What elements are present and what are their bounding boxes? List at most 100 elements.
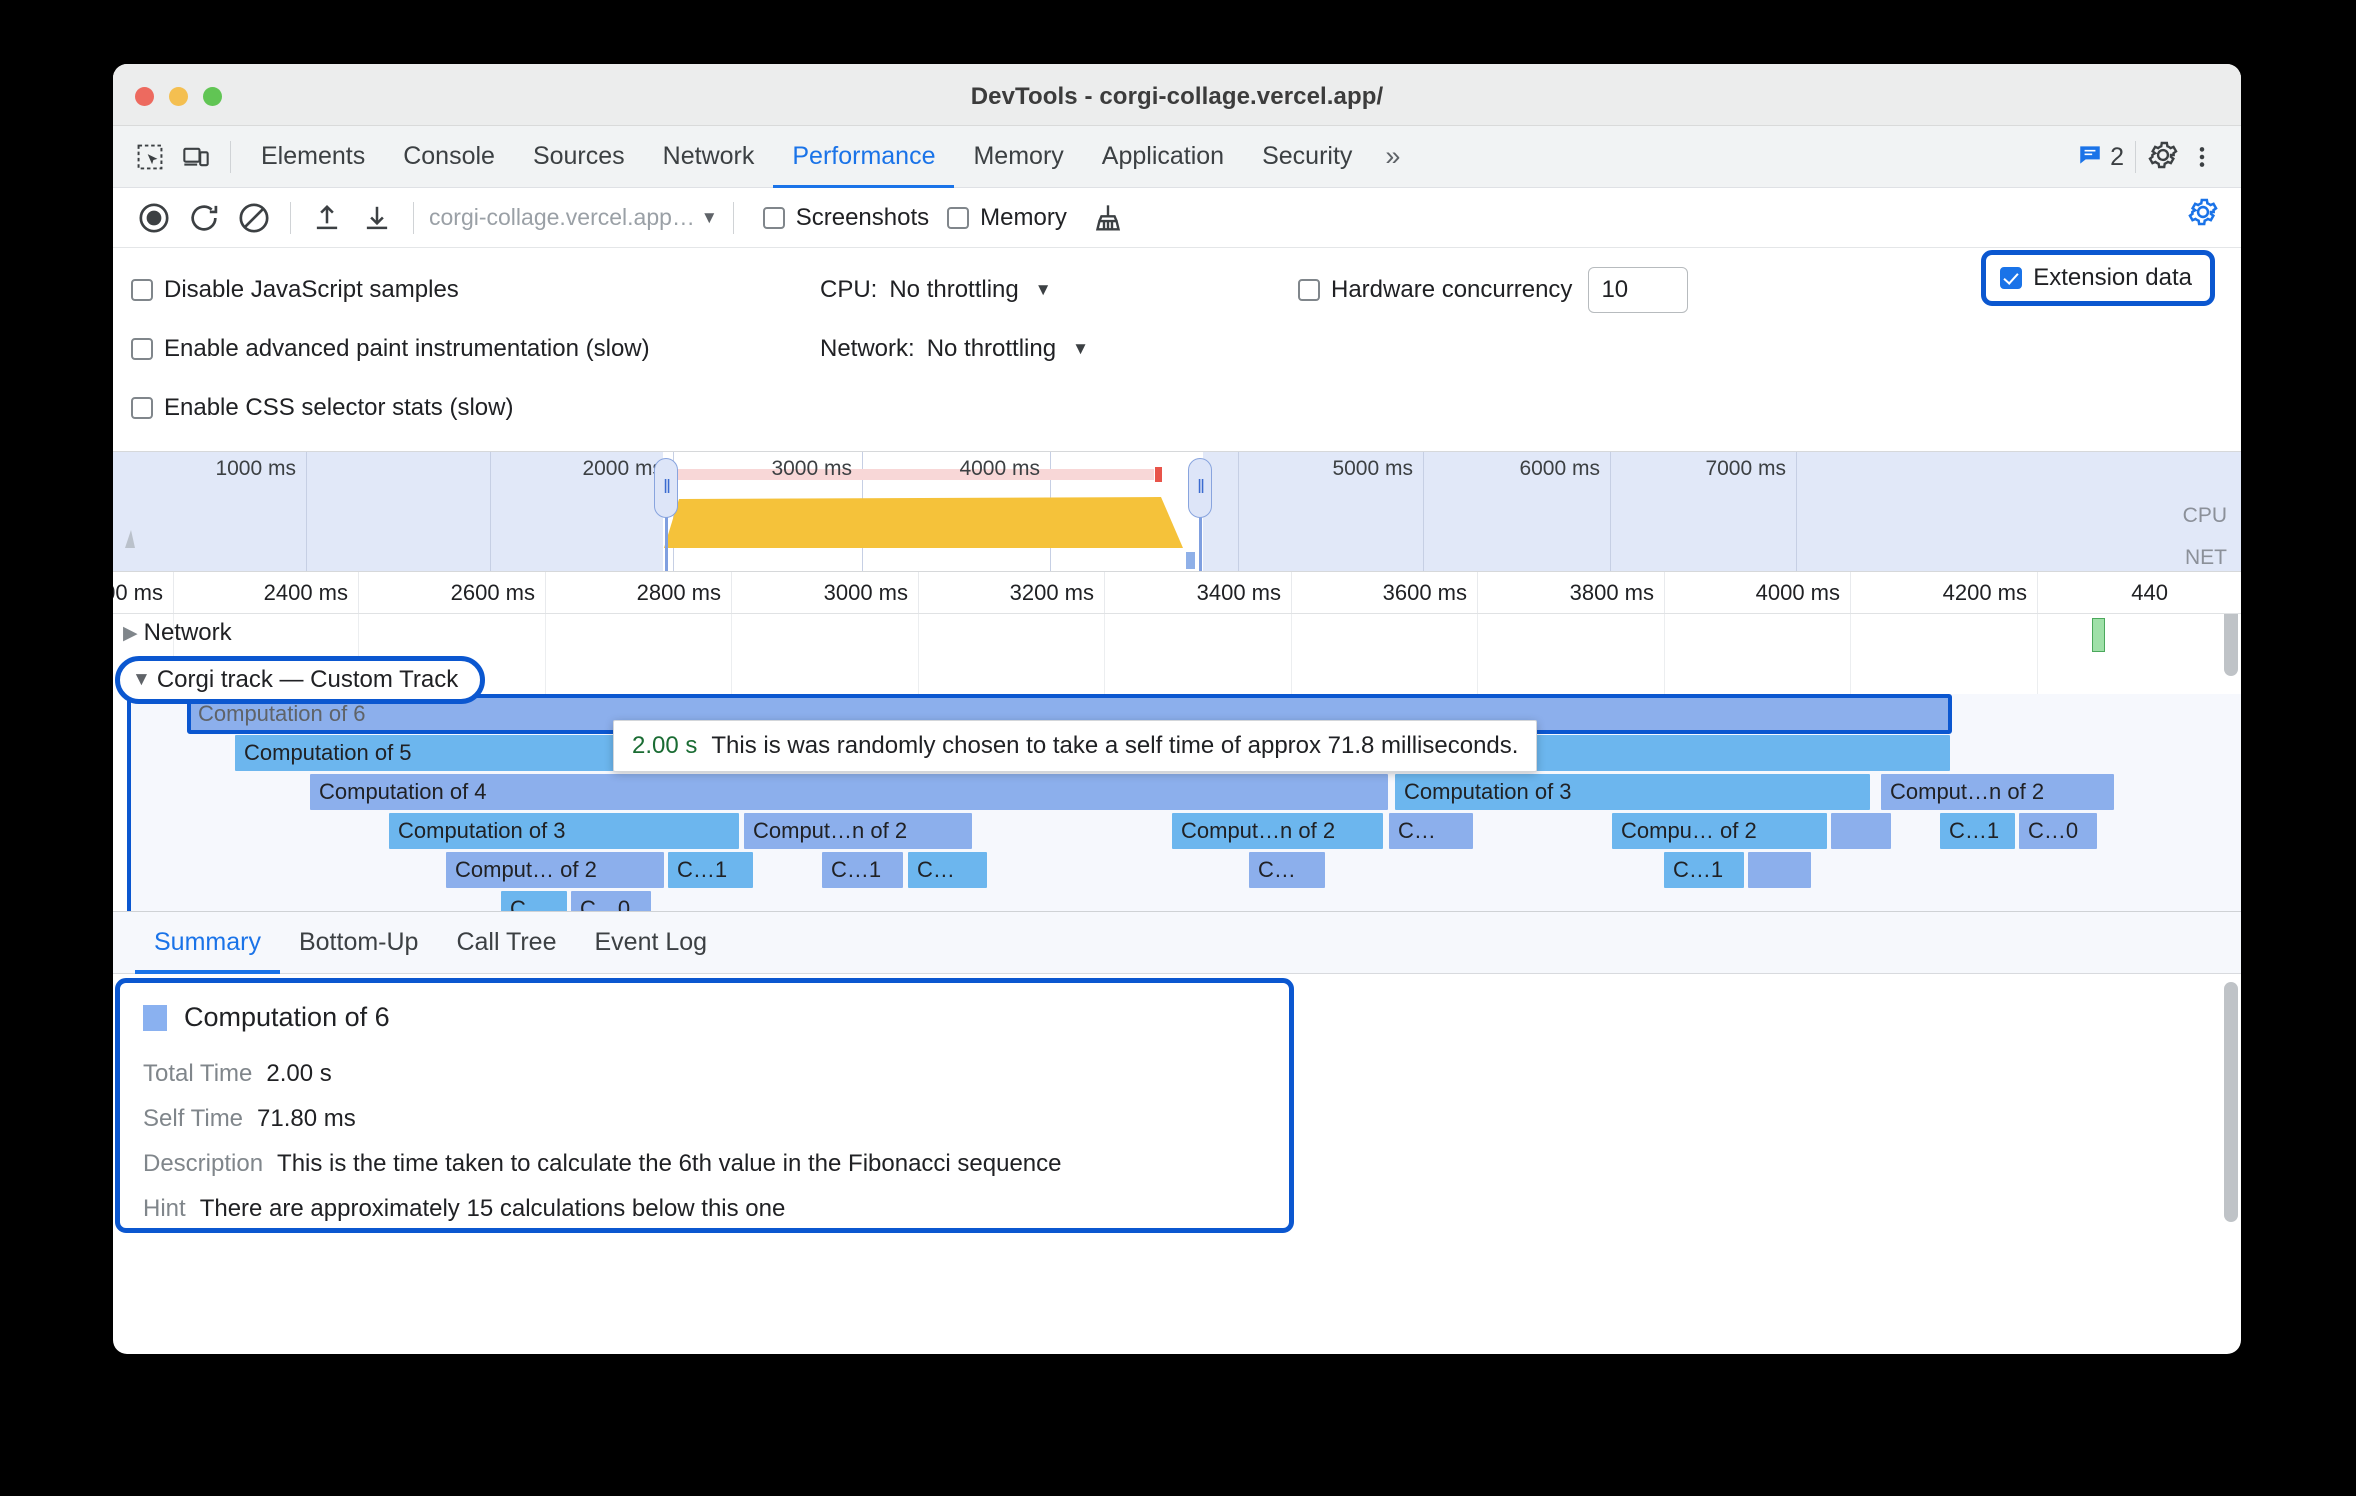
track-group-network[interactable]: ▶ Network (113, 614, 2241, 652)
tab-event-log[interactable]: Event Log (576, 912, 727, 974)
summary-value: 71.80 ms (257, 1105, 356, 1132)
capture-settings-gear-icon[interactable] (2187, 196, 2219, 233)
record-circle-icon[interactable] (129, 196, 179, 240)
summary-row-hint: Hint There are approximately 15 calculat… (143, 1195, 785, 1223)
tab-security[interactable]: Security (1243, 126, 1371, 188)
flame-vertical-scrollbar[interactable] (2224, 614, 2238, 676)
flame-event[interactable]: Computation of 3 (1395, 774, 1870, 810)
advanced-paint-checkbox[interactable] (131, 337, 153, 360)
tab-bottom-up[interactable]: Bottom-Up (280, 912, 437, 974)
flame-event[interactable]: Compu… of 2 (1612, 813, 1827, 849)
flame-event[interactable] (1831, 813, 1891, 849)
screenshots-checkbox-box[interactable] (762, 206, 785, 229)
hardware-concurrency-control[interactable]: Hardware concurrency 10 (1298, 266, 1689, 313)
tab-elements[interactable]: Elements (242, 126, 384, 188)
timeline-overview[interactable]: 1000 ms 2000 ms 3000 ms 4000 ms 5000 ms … (113, 452, 2241, 572)
tabstrip-divider (230, 140, 231, 173)
extension-data-checkbox[interactable] (2000, 267, 2023, 289)
track-group-corgi-highlight[interactable]: ▼ Corgi track — Custom Track (115, 656, 486, 704)
kebab-menu-icon[interactable] (2179, 137, 2225, 177)
summary-value: There are approximately 15 calculations … (199, 1195, 786, 1222)
flame-event[interactable]: Computation of 3 (389, 813, 739, 849)
chevron-right-icon[interactable]: ▶ (123, 622, 138, 645)
tab-call-tree[interactable]: Call Tree (437, 912, 575, 974)
cpu-track-label: CPU (2182, 504, 2227, 527)
chevron-down-icon[interactable]: ▼ (132, 669, 151, 691)
screenshots-checkbox[interactable]: Screenshots (762, 204, 929, 232)
summary-vertical-scrollbar[interactable] (2224, 982, 2238, 1222)
download-icon[interactable] (352, 196, 402, 240)
ruler-tick: 4200 ms (1942, 580, 2027, 605)
ruler-tick: 3800 ms (1569, 580, 1654, 605)
summary-value: This is the time taken to calculate the … (277, 1150, 1062, 1177)
tab-summary[interactable]: Summary (135, 912, 280, 974)
summary-row-self-time: Self Time 71.80 ms (143, 1105, 356, 1133)
gear-icon[interactable] (2147, 139, 2179, 176)
network-activity-band (676, 469, 1154, 480)
flame-event[interactable]: C… (908, 852, 987, 888)
flame-event[interactable]: C… (501, 891, 567, 911)
ruler-tick: 2200 ms (113, 580, 163, 605)
memory-checkbox-box[interactable] (947, 206, 970, 229)
upload-icon[interactable] (302, 196, 352, 240)
window-titlebar: DevTools - corgi-collage.vercel.app/ (113, 64, 2241, 126)
cpu-throttling-select[interactable]: CPU: No throttling ▼ (820, 276, 1052, 304)
flame-event[interactable]: C…0 (571, 891, 651, 911)
css-selector-stats-checkbox[interactable] (131, 396, 153, 419)
inspect-element-icon[interactable] (127, 137, 173, 177)
tab-performance[interactable]: Performance (773, 126, 954, 188)
flame-event[interactable]: C…1 (1664, 852, 1744, 888)
overview-right-handle[interactable]: ‖ (1188, 458, 1212, 518)
memory-label: Memory (980, 203, 1067, 231)
summary-row-description: Description This is the time taken to ca… (143, 1150, 1062, 1178)
origin-selector[interactable]: corgi-collage.vercel.app… ▼ (429, 204, 718, 231)
flame-event[interactable]: C…1 (1940, 813, 2015, 849)
settings-row-2: Enable advanced paint instrumentation (s… (113, 319, 2241, 378)
memory-checkbox[interactable]: Memory (947, 204, 1067, 232)
overview-tick: 4000 ms (959, 457, 1040, 480)
tab-application[interactable]: Application (1083, 126, 1243, 188)
flame-event[interactable]: Comput…n of 2 (1172, 813, 1383, 849)
hardware-concurrency-input[interactable]: 10 (1588, 266, 1689, 313)
broom-icon[interactable] (1083, 196, 1133, 240)
ruler-tick: 2800 ms (636, 580, 721, 605)
tabstrip-right-controls: 2 (2077, 126, 2225, 188)
selection-left-edge (127, 692, 131, 911)
reload-record-icon[interactable] (179, 196, 229, 240)
track-group-network-label: Network (143, 619, 232, 646)
advanced-paint-label: Enable advanced paint instrumentation (s… (164, 334, 650, 362)
flame-chart[interactable]: ▶ Network ▼ Corgi track — Custom Track C… (113, 614, 2241, 912)
flame-event[interactable]: Computation of 4 (310, 774, 1388, 810)
network-throttling-select[interactable]: Network: No throttling ▼ (820, 335, 1089, 363)
flame-event[interactable]: C…1 (668, 852, 753, 888)
tabstrip-right-divider (2135, 141, 2136, 173)
overview-left-handle[interactable]: ‖ (654, 458, 678, 518)
ruler-gridline (731, 572, 732, 613)
ruler-gridline (1850, 572, 1851, 613)
hardware-concurrency-checkbox[interactable] (1298, 278, 1320, 301)
flame-event[interactable]: C…1 (822, 852, 903, 888)
extension-data-highlight[interactable]: Extension data (1981, 250, 2215, 306)
origin-selector-label: corgi-collage.vercel.app… (429, 204, 695, 230)
flame-event[interactable]: C…0 (2019, 813, 2097, 849)
ruler-tick: 4000 ms (1755, 580, 1840, 605)
tab-memory[interactable]: Memory (954, 126, 1082, 188)
summary-value: 2.00 s (266, 1060, 332, 1087)
device-toolbar-icon[interactable] (173, 137, 219, 177)
flame-event[interactable]: Comput…n of 2 (1881, 774, 2114, 810)
more-tabs-icon[interactable]: » (1371, 141, 1410, 172)
settings-row-1: Disable JavaScript samples CPU: No throt… (113, 260, 2241, 319)
tab-console[interactable]: Console (384, 126, 514, 188)
network-request-block[interactable] (2092, 618, 2105, 652)
tab-network[interactable]: Network (644, 126, 774, 188)
tab-sources[interactable]: Sources (514, 126, 644, 188)
disable-js-samples-checkbox[interactable] (131, 278, 153, 301)
flame-event[interactable]: Comput… of 2 (446, 852, 664, 888)
css-selector-stats-label: Enable CSS selector stats (slow) (164, 393, 514, 421)
flame-event[interactable]: Comput…n of 2 (744, 813, 972, 849)
flame-event[interactable]: C… (1389, 813, 1473, 849)
issues-icon[interactable] (2077, 142, 2103, 173)
flame-event[interactable]: C… (1249, 852, 1325, 888)
clear-icon[interactable] (229, 196, 279, 240)
flame-event[interactable] (1748, 852, 1811, 888)
